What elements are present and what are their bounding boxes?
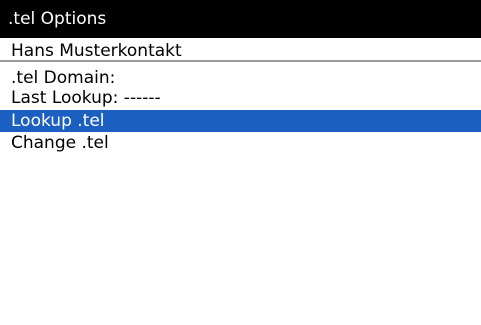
menu-item-change-tel[interactable]: Change .tel [0,132,481,154]
tel-domain-label: .tel Domain: [11,68,116,88]
menu-item-lookup-tel[interactable]: Lookup .tel [0,110,481,132]
contact-name: Hans Musterkontakt [0,38,481,62]
title-bar: .tel Options [0,0,481,38]
options-menu: Lookup .tel Change .tel [0,110,481,154]
options-screen: .tel Options Hans Musterkontakt .tel Dom… [0,0,481,325]
screen-title: .tel Options [8,9,107,29]
menu-item-label: Lookup .tel [11,111,105,131]
last-lookup-text: Last Lookup: ------ [11,88,161,108]
menu-item-label: Change .tel [11,133,109,153]
tel-info: .tel Domain: Last Lookup: ------ [0,62,481,108]
